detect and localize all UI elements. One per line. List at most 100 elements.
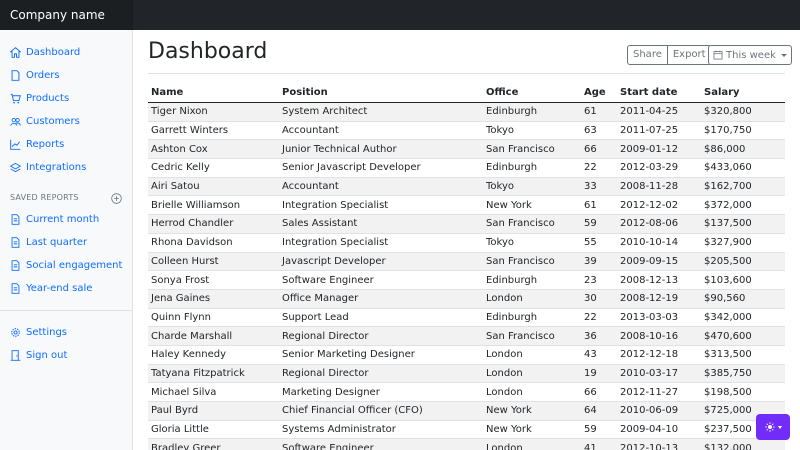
- saved-report-label: Last quarter: [26, 236, 88, 248]
- top-navbar: Company name: [0, 0, 800, 30]
- table-cell: Tokyo: [486, 237, 514, 249]
- share-button[interactable]: Share: [627, 45, 668, 65]
- sidebar-item-orders[interactable]: Orders: [0, 65, 132, 85]
- table-cell: 33: [584, 181, 597, 193]
- table-cell: $103,600: [704, 274, 752, 286]
- table-cell: 2008-12-19: [620, 293, 679, 305]
- sidebar-item-dashboard[interactable]: Dashboard: [0, 42, 132, 62]
- table-row: Ashton Cox Junior Technical Author San Fra…: [148, 140, 785, 160]
- table-cell: 22: [584, 311, 597, 323]
- table-cell: 2008-10-16: [620, 330, 679, 342]
- table-cell: $137,500: [704, 218, 752, 230]
- period-dropdown[interactable]: This week: [708, 45, 792, 65]
- table-cell: Colleen Hurst: [151, 255, 219, 267]
- table-cell: Gloria Little: [151, 424, 209, 436]
- table-cell: New York: [486, 199, 532, 211]
- table-row: Paul Byrd Chief Financial Officer (CFO) Ne…: [148, 402, 785, 421]
- table-cell: 2013-03-03: [620, 311, 679, 323]
- calendar-icon: [713, 50, 723, 60]
- sidebar-item-integrations[interactable]: Integrations: [0, 157, 132, 177]
- column-header[interactable]: Position: [279, 87, 483, 98]
- table-cell: Tokyo: [486, 181, 514, 193]
- table-cell: 19: [584, 367, 597, 379]
- table-cell: San Francisco: [486, 330, 555, 342]
- table-row: Sonya Frost Software Engineer Edinburgh 23 2…: [148, 271, 785, 290]
- sidebar: Dashboard Orders Products Customers Repo…: [0, 30, 133, 450]
- table-cell: New York: [486, 424, 532, 436]
- export-button[interactable]: Export: [667, 45, 712, 65]
- table-cell: $90,560: [704, 293, 746, 305]
- table-cell: Garrett Winters: [151, 125, 229, 137]
- table-cell: Software Engineer: [282, 274, 374, 286]
- table-cell: London: [486, 367, 523, 379]
- table-cell: 23: [584, 274, 597, 286]
- brand-name[interactable]: Company name: [0, 0, 133, 30]
- table-cell: Support Lead: [282, 311, 349, 323]
- table-cell: Regional Director: [282, 367, 369, 379]
- table-cell: 36: [584, 330, 597, 342]
- column-header[interactable]: Salary: [701, 87, 785, 98]
- table-cell: Paul Byrd: [151, 405, 199, 417]
- column-header[interactable]: Age: [581, 87, 617, 98]
- chevron-down-icon: [777, 425, 782, 429]
- table-cell: Airi Satou: [151, 181, 200, 193]
- main-content: Dashboard Share Export This week Name Po…: [133, 30, 800, 450]
- table-cell: 59: [584, 218, 597, 230]
- saved-report-social-engagement[interactable]: Social engagement: [0, 255, 132, 275]
- door-icon: [10, 349, 21, 361]
- table-cell: Ashton Cox: [151, 143, 208, 155]
- table-row: Jena Gaines Office Manager London 30 2008-12…: [148, 289, 785, 309]
- table-cell: 63: [584, 125, 597, 137]
- table-cell: 2010-03-17: [620, 367, 679, 379]
- saved-report-label: Year-end sale: [26, 282, 93, 294]
- saved-report-current-month[interactable]: Current month: [0, 209, 132, 229]
- table-cell: 2009-04-10: [620, 424, 679, 436]
- chart-line-icon: [10, 139, 21, 150]
- cart-icon: [10, 93, 21, 103]
- table-cell: $162,700: [704, 181, 752, 193]
- table-cell: Tokyo: [486, 125, 514, 137]
- sidebar-item-products[interactable]: Products: [0, 88, 132, 108]
- column-header[interactable]: Start date: [617, 87, 701, 98]
- column-header[interactable]: Office: [483, 87, 581, 98]
- table-cell: 66: [584, 386, 597, 398]
- table-row: Herrod Chandler Sales Assistant San Franci…: [148, 215, 785, 234]
- table-cell: Javascript Developer: [282, 255, 386, 267]
- sidebar-item-customers[interactable]: Customers: [0, 111, 132, 131]
- sidebar-item-label: Settings: [26, 326, 68, 338]
- sidebar-item-label: Products: [26, 92, 70, 104]
- table-cell: $320,800: [704, 106, 752, 118]
- table-cell: Edinburgh: [486, 162, 538, 174]
- table-row: Airi Satou Accountant Tokyo 33 2008-11-28 $16…: [148, 177, 785, 197]
- layers-icon: [10, 162, 21, 172]
- table-cell: Marketing Designer: [282, 386, 380, 398]
- table-cell: Regional Director: [282, 330, 369, 342]
- sidebar-item-settings[interactable]: Settings: [0, 322, 132, 342]
- page-title: Dashboard: [148, 39, 268, 64]
- table-cell: $205,500: [704, 255, 752, 267]
- plus-circle-icon[interactable]: [111, 193, 122, 204]
- saved-report-last-quarter[interactable]: Last quarter: [0, 232, 132, 252]
- home-icon: [10, 46, 21, 58]
- table-cell: 2010-06-09: [620, 405, 679, 417]
- table-cell: 2012-12-18: [620, 349, 679, 361]
- table-cell: London: [486, 349, 523, 361]
- table-cell: Systems Administrator: [282, 424, 396, 436]
- document-icon: [11, 213, 20, 225]
- table-cell: 2012-08-06: [620, 218, 679, 230]
- theme-toggle-button[interactable]: [756, 414, 790, 440]
- table-cell: Haley Kennedy: [151, 349, 226, 361]
- table-cell: 64: [584, 405, 597, 417]
- table-row: Charde Marshall Regional Director San Fran…: [148, 327, 785, 346]
- sidebar-item-sign-out[interactable]: Sign out: [0, 345, 132, 365]
- sidebar-item-reports[interactable]: Reports: [0, 134, 132, 154]
- document-icon: [11, 236, 20, 248]
- table-cell: London: [486, 293, 523, 305]
- saved-report-year-end-sale[interactable]: Year-end sale: [0, 278, 132, 298]
- table-cell: Tiger Nixon: [151, 106, 208, 118]
- column-header[interactable]: Name: [148, 87, 279, 98]
- table-cell: 2008-11-28: [620, 181, 679, 193]
- gear-icon: [11, 327, 20, 337]
- table-cell: 30: [584, 293, 597, 305]
- table-cell: 2011-07-25: [620, 125, 679, 137]
